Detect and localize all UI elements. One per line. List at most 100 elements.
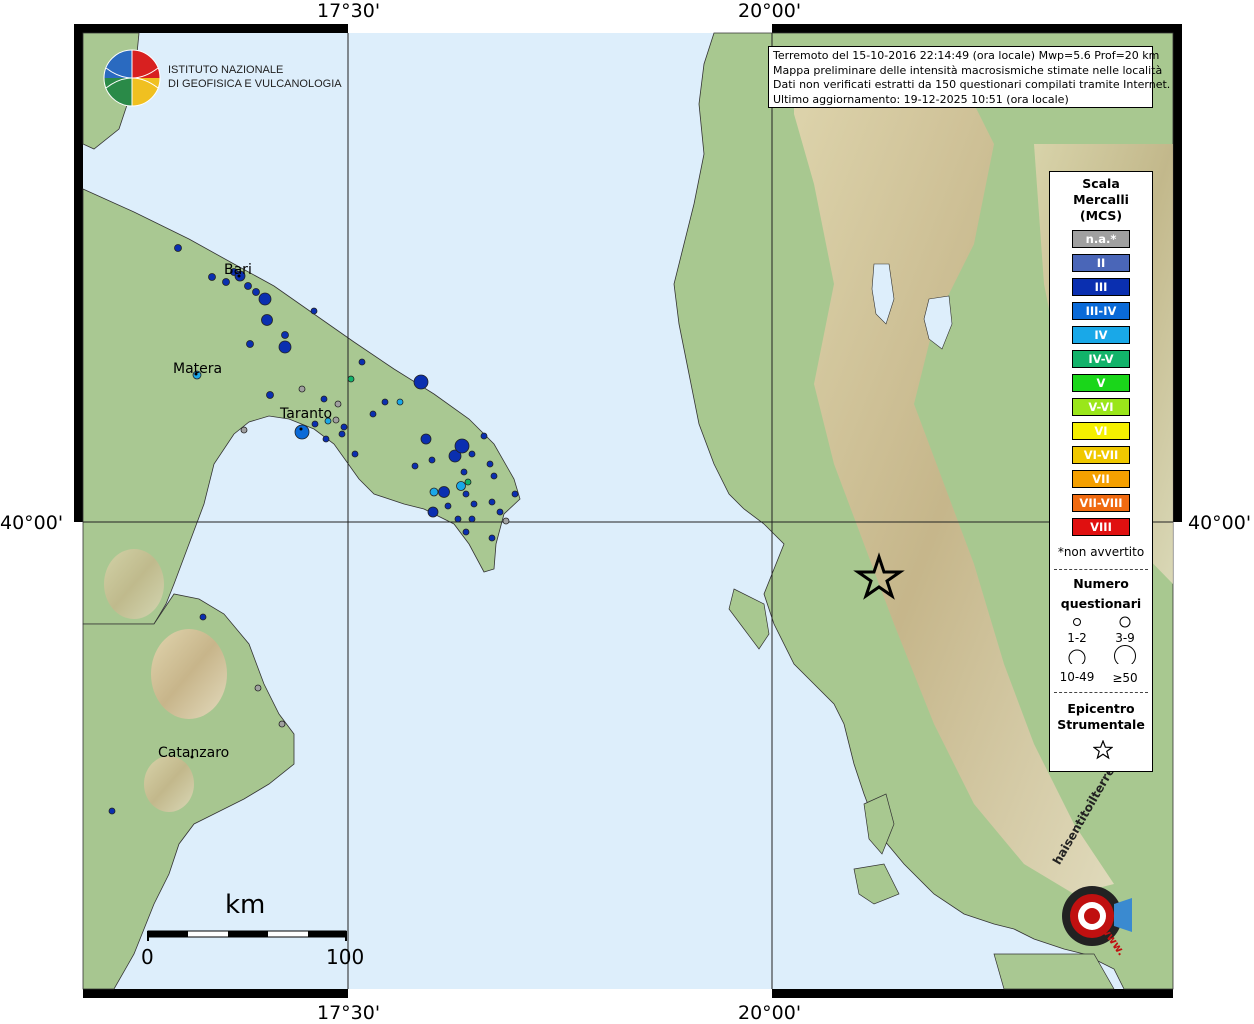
map-canvas[interactable]: [74, 24, 1182, 998]
info-line1: Terremoto del 15-10-2016 22:14:49 (ora l…: [773, 49, 1160, 62]
point-iii[interactable]: [454, 515, 462, 523]
point-iii[interactable]: [199, 613, 207, 621]
size-label-4: ≥50: [1112, 671, 1138, 685]
point-iii[interactable]: [428, 456, 436, 464]
point-iii[interactable]: [338, 430, 346, 438]
point-iii[interactable]: [369, 410, 377, 418]
point-iii[interactable]: [468, 450, 476, 458]
point-na[interactable]: [278, 720, 286, 728]
point-iii[interactable]: [480, 432, 488, 440]
point-iii[interactable]: [381, 398, 389, 406]
point-na[interactable]: [334, 400, 342, 408]
logo-line1: ISTITUTO NAZIONALE: [168, 64, 284, 76]
point-iii[interactable]: [420, 433, 432, 445]
point-iv-v[interactable]: [464, 478, 472, 486]
point-iii[interactable]: [486, 460, 494, 468]
scale-start: 0: [141, 945, 154, 969]
point-na[interactable]: [254, 684, 262, 692]
city-label-bari: Bari: [224, 262, 252, 278]
logo-line2: DI GEOFISICA E VULCANOLOGIA: [168, 78, 342, 90]
legend-title-line3: (MCS): [1079, 208, 1123, 223]
point-iii[interactable]: [511, 490, 519, 498]
point-iii[interactable]: [310, 307, 318, 315]
top-lon-label-1: 17°30': [317, 0, 381, 22]
scale-end: 100: [326, 945, 365, 969]
point-iii[interactable]: [438, 486, 450, 498]
point-iii[interactable]: [496, 508, 504, 516]
point-iii[interactable]: [470, 500, 478, 508]
point-na[interactable]: [240, 426, 248, 434]
point-iii[interactable]: [266, 391, 274, 399]
legend-title-line1: Scala: [1082, 176, 1120, 191]
city-label-matera: Matera: [173, 361, 223, 377]
legend-title-line2: Mercalli: [1073, 192, 1129, 207]
point-iii[interactable]: [444, 502, 452, 510]
ingv-logo-icon: [102, 48, 162, 108]
mcs-class-swatch: VII-VIII: [1072, 494, 1130, 512]
top-lon-label-2: 20°00': [738, 0, 802, 22]
right-lat-label: 40°00': [1188, 512, 1252, 534]
point-na[interactable]: [298, 385, 306, 393]
point-iii[interactable]: [208, 273, 216, 281]
point-iii[interactable]: [244, 282, 252, 290]
mcs-class-swatch: III: [1072, 278, 1130, 296]
city-label-catanzaro: Catanzaro: [158, 745, 230, 761]
legend: Scala Mercalli (MCS) n.a.* II III III-IV IV I…: [1049, 171, 1153, 772]
point-iv[interactable]: [456, 481, 466, 491]
ingv-logo-text: ISTITUTO NAZIONALE DI GEOFISICA E VULCAN…: [168, 63, 342, 91]
bottom-lon-label-1: 17°30': [317, 1002, 381, 1024]
size-label-3: 10-49: [1059, 670, 1095, 684]
point-iii[interactable]: [460, 468, 468, 476]
bottom-lon-label-2: 20°00': [738, 1002, 802, 1024]
left-lat-label: 40°00': [0, 512, 64, 534]
point-iii[interactable]: [278, 340, 292, 354]
point-iii[interactable]: [488, 498, 496, 506]
point-iii[interactable]: [261, 314, 273, 326]
map-frame: [74, 24, 1182, 998]
mcs-class-swatch: IV-V: [1072, 350, 1130, 368]
point-iii[interactable]: [252, 288, 260, 296]
point-iii-iv[interactable]: [294, 424, 310, 440]
point-iii[interactable]: [462, 528, 470, 536]
point-iii[interactable]: [322, 435, 330, 443]
mcs-class-swatch: III-IV: [1072, 302, 1130, 320]
point-iii[interactable]: [174, 244, 182, 252]
epicenter-title-line1: Epicentro: [1067, 701, 1135, 716]
point-na[interactable]: [332, 416, 340, 424]
point-na[interactable]: [502, 517, 510, 525]
info-box: Terremoto del 15-10-2016 22:14:49 (ora l…: [768, 46, 1170, 108]
point-iii[interactable]: [258, 292, 272, 306]
point-iv[interactable]: [396, 398, 404, 406]
point-iii[interactable]: [281, 331, 289, 339]
mcs-class-swatch: VI-VII: [1072, 446, 1130, 464]
point-iii[interactable]: [411, 462, 419, 470]
point-iii[interactable]: [490, 472, 498, 480]
point-iii[interactable]: [351, 450, 359, 458]
questionnaire-title-line1: Numero: [1073, 576, 1129, 591]
questionnaire-title-line2: questionari: [1060, 596, 1142, 611]
mcs-class-swatch: n.a.*: [1072, 230, 1130, 248]
size-label-1: 1-2: [1067, 631, 1087, 645]
legend-title: Scala Mercalli (MCS): [1050, 176, 1152, 224]
point-iii[interactable]: [488, 534, 496, 542]
mcs-class-swatch: V: [1072, 374, 1130, 392]
point-iii[interactable]: [427, 506, 439, 518]
point-iii[interactable]: [454, 438, 470, 454]
info-line2: Mappa preliminare delle intensità macros…: [773, 63, 1163, 77]
mcs-class-swatch: VI: [1072, 422, 1130, 440]
point-iii[interactable]: [320, 395, 328, 403]
point-iii[interactable]: [462, 490, 470, 498]
point-iii[interactable]: [246, 340, 254, 348]
point-iv-v[interactable]: [347, 375, 355, 383]
point-iii[interactable]: [340, 423, 348, 431]
mcs-class-swatch: IV: [1072, 326, 1130, 344]
epicenter-title: Epicentro Strumentale: [1050, 701, 1152, 733]
point-iii[interactable]: [358, 358, 366, 366]
epicenter-title-line2: Strumentale: [1057, 717, 1145, 732]
point-iii[interactable]: [468, 515, 476, 523]
point-iii[interactable]: [108, 807, 116, 815]
point-iii[interactable]: [222, 278, 230, 286]
point-iii[interactable]: [413, 374, 429, 390]
mcs-class-swatch: VII: [1072, 470, 1130, 488]
point-iv[interactable]: [429, 487, 439, 497]
